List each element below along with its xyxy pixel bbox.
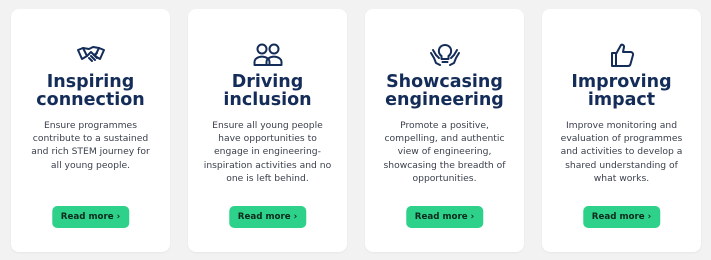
people-icon xyxy=(248,35,288,75)
desc-line: inspiration activities and no xyxy=(203,159,332,171)
chevron-right-icon: › xyxy=(116,212,121,222)
desc-line: compelling, and authentic xyxy=(384,133,505,145)
thumbs-up-icon xyxy=(602,35,642,75)
card-title: Improving impact xyxy=(542,73,701,109)
lightbulb-hands-icon xyxy=(425,35,465,75)
desc-line: Ensure programmes xyxy=(44,120,137,131)
card-description: Ensure programmes contribute to a sustai… xyxy=(11,119,170,172)
card-title: Driving inclusion xyxy=(188,73,347,109)
desc-line: Promote a positive, xyxy=(400,120,489,131)
read-more-label: Read more xyxy=(591,212,645,222)
desc-line: contribute to a sustained xyxy=(32,133,149,145)
read-more-label: Read more xyxy=(60,212,114,222)
card-title-line2: inclusion xyxy=(223,90,312,110)
card-driving-inclusion: Driving inclusion Ensure all young peopl… xyxy=(188,9,347,252)
card-inspiring-connection: Inspiring connection Ensure programmes c… xyxy=(11,9,170,252)
read-more-button[interactable]: Read more › xyxy=(51,206,130,228)
card-title-line2: engineering xyxy=(385,90,504,110)
desc-line: engage in engineering- xyxy=(214,146,321,158)
desc-line: shared understanding of xyxy=(565,159,678,171)
desc-line: and activities to develop a xyxy=(560,146,683,158)
desc-line: all young people. xyxy=(50,159,131,171)
card-description: Improve monitoring and evaluation of pro… xyxy=(542,119,701,185)
read-more-label: Read more xyxy=(414,212,468,222)
card-description: Promote a positive, compelling, and auth… xyxy=(365,119,524,185)
page: Inspiring connection Ensure programmes c… xyxy=(0,0,711,260)
desc-line: and rich STEM journey for xyxy=(31,146,150,158)
read-more-button[interactable]: Read more › xyxy=(405,206,484,228)
read-more-button[interactable]: Read more › xyxy=(228,206,307,228)
desc-line: showcasing the breadth of xyxy=(383,159,506,171)
card-title-line2: impact xyxy=(587,90,656,110)
desc-line: one is left behind. xyxy=(226,172,309,184)
card-improving-impact: Improving impact Improve monitoring and … xyxy=(542,9,701,252)
card-grid: Inspiring connection Ensure programmes c… xyxy=(11,9,702,252)
desc-line: Improve monitoring and xyxy=(565,120,678,131)
read-more-label: Read more xyxy=(237,212,291,222)
read-more-button[interactable]: Read more › xyxy=(582,206,661,228)
desc-line: opportunities. xyxy=(412,172,477,184)
card-title: Showcasing engineering xyxy=(365,73,524,109)
desc-line: Ensure all young people xyxy=(212,120,323,131)
card-title-line1: Improving xyxy=(571,72,672,92)
card-title: Inspiring connection xyxy=(11,73,170,109)
desc-line: what works. xyxy=(593,172,650,184)
desc-line: have opportunities to xyxy=(218,133,317,145)
chevron-right-icon: › xyxy=(470,212,475,222)
card-title-line1: Inspiring xyxy=(46,72,135,92)
card-description: Ensure all young people have opportuniti… xyxy=(188,119,347,185)
card-title-line2: connection xyxy=(36,90,145,110)
desc-line: evaluation of programmes xyxy=(560,133,683,145)
desc-line: view of engineering, xyxy=(397,146,492,158)
card-title-line1: Driving xyxy=(231,72,304,92)
card-showcasing-engineering: Showcasing engineering Promote a positiv… xyxy=(365,9,524,252)
card-title-line1: Showcasing xyxy=(386,72,503,92)
chevron-right-icon: › xyxy=(647,212,652,222)
chevron-right-icon: › xyxy=(293,212,298,222)
handshake-icon xyxy=(71,35,111,75)
